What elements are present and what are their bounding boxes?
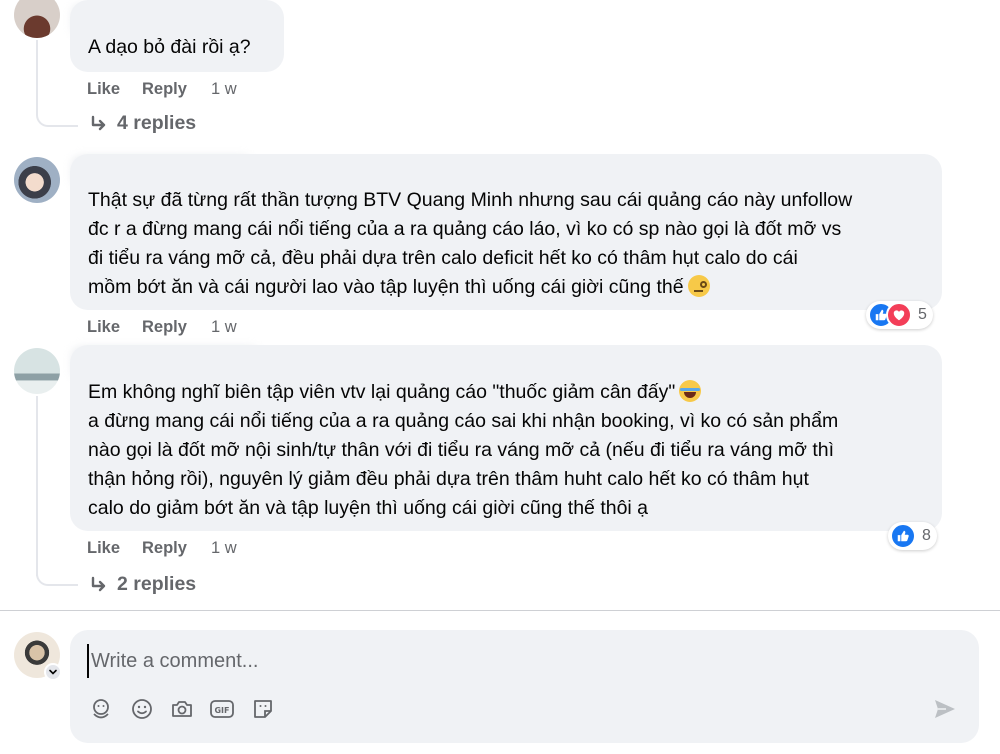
chevron-down-icon[interactable]	[44, 663, 62, 681]
reply-button[interactable]: Reply	[142, 318, 187, 337]
replies-count-label: 2 replies	[117, 573, 197, 595]
thread-line	[36, 560, 78, 586]
face-with-tears-of-joy-icon	[679, 380, 702, 402]
reaction-summary[interactable]: 8	[888, 522, 937, 550]
face-with-monocle-icon	[687, 275, 710, 297]
comment-text-line: đi tiểu ra váng mỡ cả, đều phải dựa trên…	[88, 247, 798, 269]
reply-arrow-icon	[91, 576, 106, 591]
reply-button[interactable]: Reply	[142, 80, 187, 99]
thread-line	[36, 396, 38, 576]
comment-text-line: đc r a đừng mang cái nổi tiếng của a ra …	[88, 218, 842, 240]
comment-bubble: Thật sự đã từng rất thần tượng BTV Quang…	[70, 154, 942, 310]
reaction-count: 5	[918, 306, 927, 323]
reaction-summary[interactable]: 5	[866, 301, 933, 329]
timestamp[interactable]: 1 w	[211, 539, 237, 558]
like-button[interactable]: Like	[87, 318, 120, 337]
svg-text:GIF: GIF	[214, 706, 229, 715]
comment-text-line: Thật sự đã từng rất thần tượng BTV Quang…	[88, 189, 853, 211]
view-replies-link[interactable]: 2 replies	[89, 573, 196, 596]
comment-text-line: calo do giảm bớt ăn và tập luyện thì uốn…	[88, 497, 649, 519]
camera-icon[interactable]	[169, 696, 195, 722]
reply-button[interactable]: Reply	[142, 539, 187, 558]
send-icon[interactable]	[930, 694, 960, 724]
replies-count-label: 4 replies	[117, 112, 197, 134]
avatar-sticker-icon[interactable]	[88, 696, 114, 722]
timestamp[interactable]: 1 w	[211, 318, 237, 337]
reply-arrow-icon	[91, 115, 106, 130]
gif-icon[interactable]: GIF	[209, 696, 235, 722]
reaction-count: 8	[922, 527, 931, 544]
sticker-icon[interactable]	[250, 696, 276, 722]
love-reaction-icon	[886, 302, 912, 328]
divider	[0, 610, 1000, 611]
like-reaction-icon	[890, 523, 916, 549]
comment-text-line: mồm bớt ăn và cái người lao vào tập luyệ…	[88, 276, 684, 298]
comment-text-line: thận hỏng rồi), nguyên lý giảm đều phải …	[88, 468, 809, 490]
comment-bubble: A dạo bỏ đài rồi ạ?	[70, 0, 284, 72]
comment-composer: GIF	[70, 630, 979, 743]
avatar[interactable]	[14, 0, 60, 38]
comment-input[interactable]	[87, 644, 953, 678]
like-button[interactable]: Like	[87, 539, 120, 558]
avatar[interactable]	[14, 348, 60, 394]
comment-bubble: Em không nghĩ biên tập viên vtv lại quản…	[70, 345, 942, 531]
timestamp[interactable]: 1 w	[211, 80, 237, 99]
like-button[interactable]: Like	[87, 80, 120, 99]
comment-text-line: a đừng mang cái nổi tiếng của a ra quảng…	[88, 410, 839, 432]
comment-text: A dạo bỏ đài rồi ạ?	[88, 36, 251, 58]
view-replies-link[interactable]: 4 replies	[89, 112, 196, 135]
comment-text-line: nào gọi là đốt mỡ nội sinh/tự thân với đ…	[88, 439, 834, 461]
emoji-icon[interactable]	[129, 696, 155, 722]
comment-text-line: Em không nghĩ biên tập viên vtv lại quản…	[88, 381, 676, 403]
avatar[interactable]	[14, 157, 60, 203]
